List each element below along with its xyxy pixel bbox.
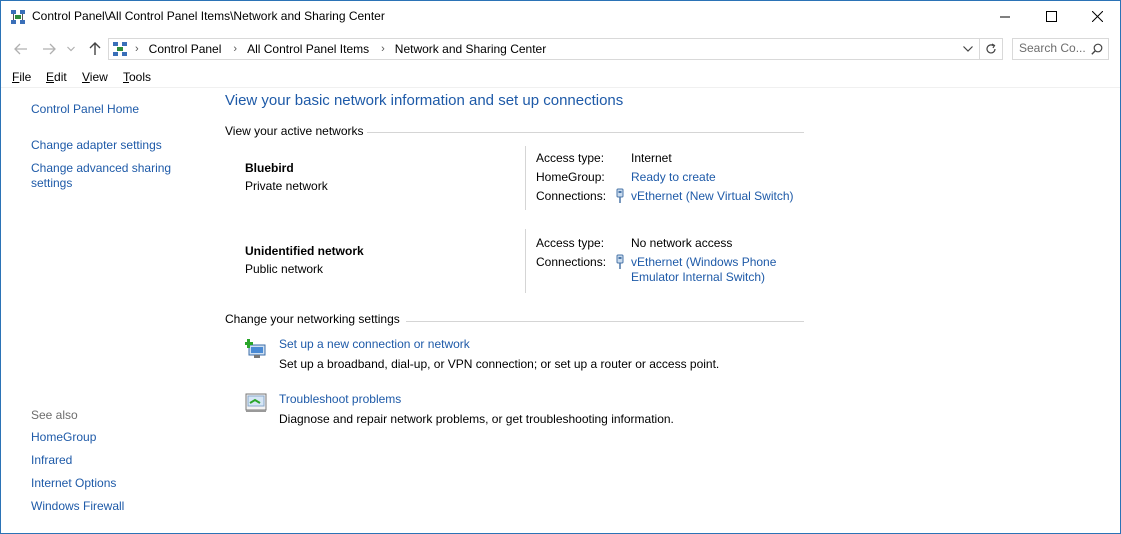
homegroup-link[interactable]: HomeGroup: [31, 430, 96, 445]
chevron-down-icon: [67, 46, 75, 52]
recent-locations-button[interactable]: [64, 38, 78, 60]
network-type: Private network: [245, 179, 328, 193]
page-title: View your basic network information and …: [225, 92, 624, 109]
ethernet-icon: [616, 188, 624, 203]
back-arrow-icon: [14, 43, 27, 55]
access-type-value: Internet: [631, 151, 672, 165]
back-button[interactable]: [11, 38, 31, 60]
window-title: Control Panel\All Control Panel Items\Ne…: [32, 9, 385, 23]
homegroup-ready-link[interactable]: Ready to create: [631, 170, 716, 185]
title-bar: Control Panel\All Control Panel Items\Ne…: [1, 1, 1120, 32]
forward-arrow-icon: [43, 43, 56, 55]
see-also-label: See also: [31, 408, 78, 422]
control-panel-home-link[interactable]: Control Panel Home: [31, 102, 139, 117]
search-icon[interactable]: [1091, 43, 1103, 55]
address-bar[interactable]: › Control Panel › All Control Panel Item…: [108, 38, 1003, 60]
access-type-label: Access type:: [536, 236, 605, 250]
menu-view[interactable]: View: [82, 70, 108, 84]
network-name: Unidentified network: [245, 244, 364, 258]
internet-options-link[interactable]: Internet Options: [31, 476, 116, 491]
connections-label: Connections:: [536, 189, 607, 203]
network-center-icon: [113, 42, 127, 56]
setup-new-connection-link[interactable]: Set up a new connection or network: [279, 337, 470, 351]
menu-tools[interactable]: Tools: [123, 70, 151, 84]
windows-firewall-link[interactable]: Windows Firewall: [31, 499, 124, 514]
address-history-button[interactable]: [958, 39, 978, 59]
maximize-button[interactable]: [1028, 1, 1074, 32]
active-networks-heading: View your active networks: [225, 124, 364, 138]
search-input[interactable]: [1019, 41, 1089, 55]
setup-new-connection-description: Set up a broadband, dial-up, or VPN conn…: [279, 357, 720, 371]
breadcrumb-network-sharing[interactable]: Network and Sharing Center: [395, 42, 546, 56]
menu-bar: File Edit View Tools: [1, 67, 1120, 88]
menu-file[interactable]: File: [12, 70, 31, 84]
window: Control Panel\All Control Panel Items\Ne…: [0, 0, 1121, 534]
chevron-right-icon[interactable]: ›: [381, 43, 385, 55]
connections-label: Connections:: [536, 255, 607, 269]
refresh-button[interactable]: [979, 39, 1002, 59]
up-button[interactable]: [85, 38, 105, 60]
menu-edit[interactable]: Edit: [46, 70, 67, 84]
change-adapter-settings-link[interactable]: Change adapter settings: [31, 138, 162, 153]
network-name: Bluebird: [245, 161, 294, 175]
refresh-icon: [986, 43, 996, 54]
divider: [525, 146, 526, 210]
divider: [367, 132, 804, 133]
minimize-button[interactable]: [982, 1, 1028, 32]
troubleshoot-icon: [245, 393, 267, 412]
chevron-right-icon[interactable]: ›: [233, 43, 237, 55]
divider: [406, 321, 804, 322]
maximize-icon: [1045, 11, 1057, 22]
access-type-label: Access type:: [536, 151, 605, 165]
forward-button[interactable]: [39, 38, 59, 60]
breadcrumb-all-items[interactable]: All Control Panel Items: [247, 42, 369, 56]
infrared-link[interactable]: Infrared: [31, 453, 72, 468]
minimize-icon: [1000, 16, 1010, 17]
change-advanced-sharing-link[interactable]: Change advanced sharing settings: [31, 161, 181, 191]
divider: [525, 229, 526, 293]
settings-heading: Change your networking settings: [225, 312, 400, 326]
troubleshoot-problems-description: Diagnose and repair network problems, or…: [279, 412, 674, 426]
connection-link[interactable]: vEthernet (Windows Phone Emulator Intern…: [631, 255, 776, 285]
network-center-icon: [11, 10, 25, 24]
network-type: Public network: [245, 262, 324, 276]
homegroup-label: HomeGroup:: [536, 170, 605, 184]
close-button[interactable]: [1074, 1, 1120, 32]
connection-link-line2[interactable]: Emulator Internal Switch): [631, 270, 765, 284]
troubleshoot-problems-link[interactable]: Troubleshoot problems: [279, 392, 401, 406]
ethernet-icon: [616, 254, 624, 269]
chevron-right-icon[interactable]: ›: [135, 43, 139, 55]
connection-link[interactable]: vEthernet (New Virtual Switch): [631, 189, 794, 204]
new-connection-icon: [245, 339, 266, 358]
search-box[interactable]: [1012, 38, 1109, 60]
chevron-down-icon: [963, 46, 973, 52]
breadcrumb-control-panel[interactable]: Control Panel: [149, 42, 222, 56]
close-icon: [1091, 11, 1103, 22]
access-type-value: No network access: [631, 236, 733, 250]
breadcrumb: › Control Panel › All Control Panel Item…: [135, 42, 558, 56]
up-arrow-icon: [89, 42, 101, 55]
connection-link-line1[interactable]: vEthernet (Windows Phone: [631, 255, 776, 269]
